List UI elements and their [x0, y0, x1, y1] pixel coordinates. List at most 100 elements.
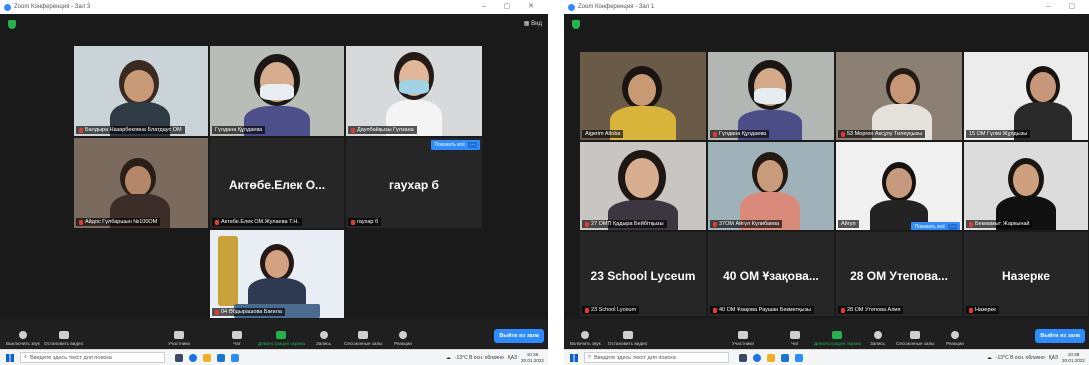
- store-icon[interactable]: [781, 353, 789, 362]
- participant-tile[interactable]: 28 ОМ Утепова... 28 ОМ Утепова Алия: [836, 232, 962, 316]
- more-icon[interactable]: ···: [948, 224, 957, 230]
- participant-display-name: 40 ОМ Ұзақова...: [723, 268, 819, 283]
- mic-muted-icon: [713, 221, 717, 227]
- participant-display-name: 23 School Lyceum: [590, 268, 696, 283]
- security-shield-icon[interactable]: [572, 20, 580, 29]
- taskbar-search[interactable]: ⌕ Введите здесь текст для поиска: [20, 352, 165, 363]
- participant-name: Даулбайқызы Гүлзана: [348, 126, 417, 134]
- zoom-app-icon[interactable]: [795, 353, 803, 362]
- participant-tile[interactable]: 40 ОМ Ұзақова... 40 ОМ Ұзақова Раушан Бе…: [708, 232, 834, 316]
- chat-button[interactable]: Чат: [232, 331, 242, 346]
- reactions-button[interactable]: Реакции: [394, 331, 412, 346]
- participants-button[interactable]: Участники: [732, 331, 754, 346]
- window-title: Zoom Конференция - Зал 3: [14, 4, 91, 10]
- video-camera-icon: [58, 331, 69, 339]
- window-controls[interactable]: – ▢: [1047, 2, 1083, 10]
- participant-tile[interactable]: Балдыра Назарбековна Блатдаус ОМ: [74, 46, 208, 136]
- mic-muted-icon: [713, 131, 717, 137]
- participant-name: 37ОМ Айгүл Күлибаева: [710, 220, 783, 228]
- edge-browser-icon[interactable]: [189, 353, 197, 362]
- breakout-rooms-icon: [910, 331, 921, 339]
- title-bar: Zoom Конференция - Зал 1 – ▢: [564, 0, 1089, 14]
- store-icon[interactable]: [217, 353, 225, 362]
- task-view-icon[interactable]: [175, 353, 183, 362]
- weather-icon[interactable]: ☁: [987, 355, 992, 361]
- participant-tile[interactable]: 04 Әбдырашова Бағила: [210, 230, 344, 318]
- stop-video-button[interactable]: Остановить видео: [608, 331, 647, 346]
- participant-name: Aigerim Altoba: [582, 130, 624, 138]
- participant-tile[interactable]: 37ОМ Айгүл Күлибаева: [708, 142, 834, 230]
- participant-name: Актөбе.Елек ОМ.Жулаева Т.Н.: [212, 218, 302, 226]
- participant-tile[interactable]: Бекмамыт Жаркынай: [964, 142, 1088, 230]
- share-screen-button[interactable]: Демонстрация экрана: [814, 331, 861, 346]
- record-button[interactable]: Запись: [870, 331, 885, 346]
- microphone-muted-icon: [581, 331, 590, 339]
- window-controls[interactable]: – ▢ ✕: [482, 2, 542, 10]
- participant-tile[interactable]: 27 ОМП Қадыра Бейбітқызы: [580, 142, 706, 230]
- participant-tile[interactable]: Назерке Назерке: [964, 232, 1088, 316]
- mic-muted-icon: [585, 307, 589, 313]
- participant-name: 40 ОМ Ұзақова Раушан Бекметқызы: [710, 306, 814, 314]
- task-view-icon[interactable]: [739, 353, 747, 362]
- chat-button[interactable]: Чат: [790, 331, 800, 346]
- unmute-button[interactable]: Включить звук: [570, 331, 601, 346]
- reactions-button[interactable]: Реакции: [946, 331, 964, 346]
- participant-tile[interactable]: Айдос Гүлбаршын №100ОМ: [74, 138, 208, 228]
- windows-start-icon[interactable]: [570, 353, 578, 362]
- mic-muted-icon: [79, 219, 83, 225]
- zoom-app-icon[interactable]: [231, 353, 239, 362]
- participant-tile[interactable]: Показать всё ··· Айгул: [836, 142, 962, 230]
- window-title: Zoom Конференция - Зал 1: [578, 4, 655, 10]
- search-icon: ⌕: [588, 354, 592, 360]
- participant-name: Айдос Гүлбаршын №100ОМ: [76, 218, 161, 226]
- breakout-rooms-button[interactable]: Сессионные залы: [344, 331, 382, 346]
- participant-tile[interactable]: 15 ОМ Гүлім Жұлдызы: [964, 52, 1088, 140]
- gallery-view: Aigerim Altoba Гүлдана Құлдаева 53 Мерге…: [564, 14, 1089, 319]
- leave-room-button[interactable]: Выйти из зала: [494, 329, 544, 343]
- file-explorer-icon[interactable]: [203, 353, 211, 362]
- participant-tile-active-speaker[interactable]: Даулбайқызы Гүлзана: [346, 46, 482, 136]
- zoom-window-right: Zoom Конференция - Зал 1 – ▢ Aigerim Alt…: [564, 0, 1089, 365]
- security-shield-icon[interactable]: [8, 20, 16, 29]
- taskbar-search[interactable]: ⌕ Введите здесь текст для поиска: [584, 352, 729, 363]
- leave-room-button[interactable]: Выйти из зала: [1035, 329, 1085, 343]
- edge-browser-icon[interactable]: [753, 353, 761, 362]
- language-indicator[interactable]: ҚАЗ: [508, 355, 517, 361]
- mic-muted-icon: [969, 307, 973, 313]
- participants-icon: [173, 331, 184, 339]
- view-button[interactable]: ▦ Вид: [524, 20, 542, 27]
- share-screen-button[interactable]: Демонстрация экрана: [258, 331, 305, 346]
- participant-tile[interactable]: 53 Мерген Аксұлу Тилеуқызы: [836, 52, 962, 140]
- stop-video-button[interactable]: Остановить видео: [44, 331, 83, 346]
- participant-tile[interactable]: Показать всё ··· гаухар б гаухар б: [346, 138, 482, 228]
- participant-name: Гүлдана Құлдаева: [212, 126, 266, 134]
- participant-display-name: Актөбе.Елек О...: [228, 177, 326, 192]
- participant-tile[interactable]: Актөбе.Елек О... Актөбе.Елек ОМ.Жулаева …: [210, 138, 344, 228]
- clock[interactable]: 10:38 20.01.2022: [1062, 352, 1085, 364]
- weather-icon[interactable]: ☁: [446, 355, 451, 361]
- record-button[interactable]: Запись: [316, 331, 331, 346]
- windows-start-icon[interactable]: [6, 353, 14, 362]
- zoom-logo-icon: [568, 3, 575, 11]
- show-all-button[interactable]: Показать всё ···: [431, 140, 480, 150]
- chat-icon: [232, 331, 242, 339]
- weather-text[interactable]: -13°C В осн. облачно: [996, 355, 1045, 361]
- record-icon: [873, 331, 882, 339]
- participant-tile[interactable]: Гүлдана Құлдаева: [708, 52, 834, 140]
- weather-text[interactable]: -13°C В осн. облачно: [455, 355, 504, 361]
- participant-name: Айгул: [838, 220, 859, 228]
- clock[interactable]: 10:36 20.01.2022: [521, 352, 544, 364]
- participant-name: 04 Әбдырашова Бағила: [212, 308, 285, 316]
- show-all-button[interactable]: Показать всё ···: [911, 222, 960, 230]
- more-icon[interactable]: ···: [468, 142, 477, 148]
- participant-tile[interactable]: Гүлдана Құлдаева: [210, 46, 344, 136]
- breakout-rooms-button[interactable]: Сессионные залы: [896, 331, 934, 346]
- language-indicator[interactable]: ҚАЗ: [1049, 355, 1058, 361]
- gallery-view: ▦ Вид Балдыра Назарбековна Блатдаус ОМ Г…: [0, 14, 548, 319]
- file-explorer-icon[interactable]: [767, 353, 775, 362]
- participant-tile-active-speaker[interactable]: Aigerim Altoba: [580, 52, 706, 140]
- participant-tile[interactable]: 23 School Lyceum 23 School Lyceum: [580, 232, 706, 316]
- participant-name: 53 Мерген Аксұлу Тилеуқызы: [838, 130, 926, 138]
- participants-button[interactable]: Участники: [168, 331, 190, 346]
- mute-button[interactable]: Выключить звук: [6, 331, 40, 346]
